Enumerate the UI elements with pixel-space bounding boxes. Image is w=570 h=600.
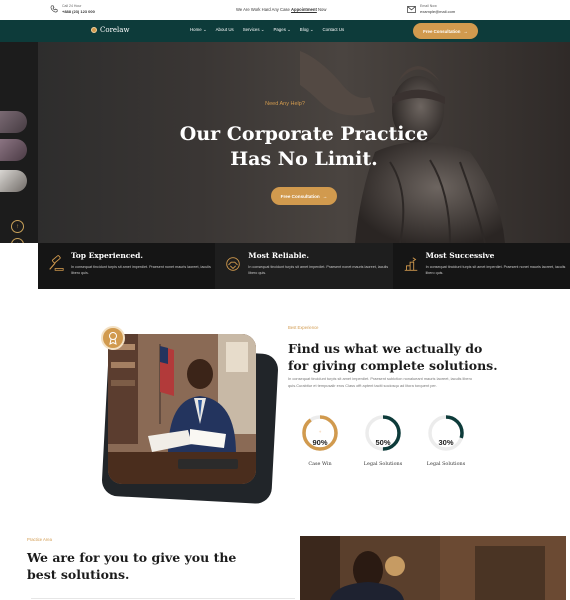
about-description: In consequat tincidunt turpis sit amet i… — [288, 376, 473, 388]
top-bar: Call 24 Hour +888 (23) 123 000 We Are Wo… — [0, 0, 570, 20]
nav-item-contact[interactable]: Contact Us — [323, 27, 345, 33]
free-consultation-label: Free Consultation — [423, 28, 461, 34]
topbar-message-after: Now — [318, 7, 327, 12]
feature-title: Top Experienced. — [71, 251, 144, 260]
feature-most-reliable: Most Reliable. In consequat tincidunt tu… — [215, 243, 393, 289]
progress-ring: 50% — [365, 415, 401, 451]
practice-kicker: Practice Area — [27, 537, 52, 542]
phone-icon — [50, 5, 58, 13]
slider-up-icon[interactable]: ↑ — [11, 220, 24, 233]
main-navbar: Corelaw Home ⌄ About Us Services ⌄ Pages… — [0, 20, 570, 42]
feature-text: In consequat tincidunt turpis sit amet i… — [248, 265, 389, 275]
gavel-icon — [49, 255, 64, 271]
hero-kicker: Need Any Help? — [265, 101, 305, 107]
arrow-right-icon: → — [322, 193, 328, 199]
stat-value: 90% — [312, 438, 327, 447]
feature-top-experienced: Top Experienced. In consequat tincidunt … — [38, 243, 215, 289]
arrow-right-icon: → — [463, 28, 468, 34]
divider — [31, 598, 295, 599]
award-badge-icon — [101, 326, 125, 350]
progress-ring: ☀ 90% — [302, 415, 338, 451]
hero-title: Our Corporate Practice Has No Limit. — [0, 122, 570, 172]
about-title: Find us what we actually do for giving c… — [288, 341, 498, 373]
stat-caption: Legal Solutions — [426, 461, 466, 467]
call-info[interactable]: Call 24 Hour +888 (23) 123 000 — [50, 4, 95, 14]
stat-value: 30% — [438, 438, 453, 447]
email-info[interactable]: Email Now example@mail.com — [407, 4, 455, 14]
nav-item-blog[interactable]: Blog ⌄ — [300, 27, 314, 33]
stat-caption: Legal Solutions — [363, 461, 403, 467]
hero-consultation-button[interactable]: Free Consultation → — [271, 187, 337, 205]
podium-icon — [404, 257, 417, 271]
practice-title: We are for you to give you the best solu… — [27, 550, 237, 582]
feature-text: In consequat tincidunt turpis sit amet i… — [425, 265, 566, 275]
logo-mark-icon — [91, 27, 97, 33]
hero-thumbnail-3[interactable] — [0, 170, 27, 192]
slider-down-icon[interactable]: ↓ — [11, 238, 24, 243]
email-value: example@mail.com — [420, 9, 456, 14]
feature-most-successive: Most Successive In consequat tincidunt t… — [393, 243, 570, 289]
appointment-link[interactable]: Appointment — [291, 7, 317, 12]
stat-value: 50% — [375, 438, 390, 447]
site-logo[interactable]: Corelaw — [91, 26, 129, 34]
feature-title: Most Reliable. — [248, 251, 309, 260]
hero-title-line-2: Has No Limit. — [230, 148, 378, 170]
hero-section: ↑ ↓ Need Any Help? Our Corporate Practic… — [0, 42, 570, 243]
stat-legal-solutions-1: 50% Legal Solutions — [364, 414, 402, 467]
svg-text:☀: ☀ — [318, 430, 321, 434]
nav-item-services[interactable]: Services ⌄ — [243, 27, 265, 33]
lawyer-photo — [108, 334, 256, 484]
lawyer-at-desk-image — [108, 334, 256, 484]
hero-consultation-label: Free Consultation — [280, 193, 320, 199]
call-number: +888 (23) 123 000 — [62, 9, 95, 14]
handshake-icon — [226, 257, 241, 271]
nav-menu: Home ⌄ About Us Services ⌄ Pages ⌄ Blog … — [190, 27, 344, 33]
free-consultation-button[interactable]: Free Consultation → — [413, 23, 478, 39]
nav-item-home[interactable]: Home ⌄ — [190, 27, 207, 33]
stat-caption: Case Win — [308, 461, 332, 467]
logo-text: Corelaw — [100, 26, 130, 34]
topbar-message: We Are Work Hard Any Case Appointment No… — [236, 7, 326, 12]
features-strip: Top Experienced. In consequat tincidunt … — [38, 243, 570, 289]
stat-legal-solutions-2: 30% Legal Solutions — [427, 414, 465, 467]
nav-item-about[interactable]: About Us — [216, 27, 234, 33]
topbar-message-text: We Are Work Hard Any Case — [236, 7, 290, 12]
progress-ring: 30% — [428, 415, 464, 451]
about-kicker: Best Experience — [288, 325, 319, 330]
feature-text: In consequat tincidunt turpis sit amet i… — [71, 265, 211, 275]
practice-photo — [300, 536, 566, 600]
hero-title-line-1: Our Corporate Practice — [179, 123, 429, 145]
envelope-icon — [407, 5, 416, 13]
lawyer-office-image — [300, 536, 566, 600]
stat-case-win: ☀ 90% Case Win — [301, 414, 339, 467]
feature-title: Most Successive — [425, 251, 495, 260]
nav-item-pages[interactable]: Pages ⌄ — [273, 27, 290, 33]
